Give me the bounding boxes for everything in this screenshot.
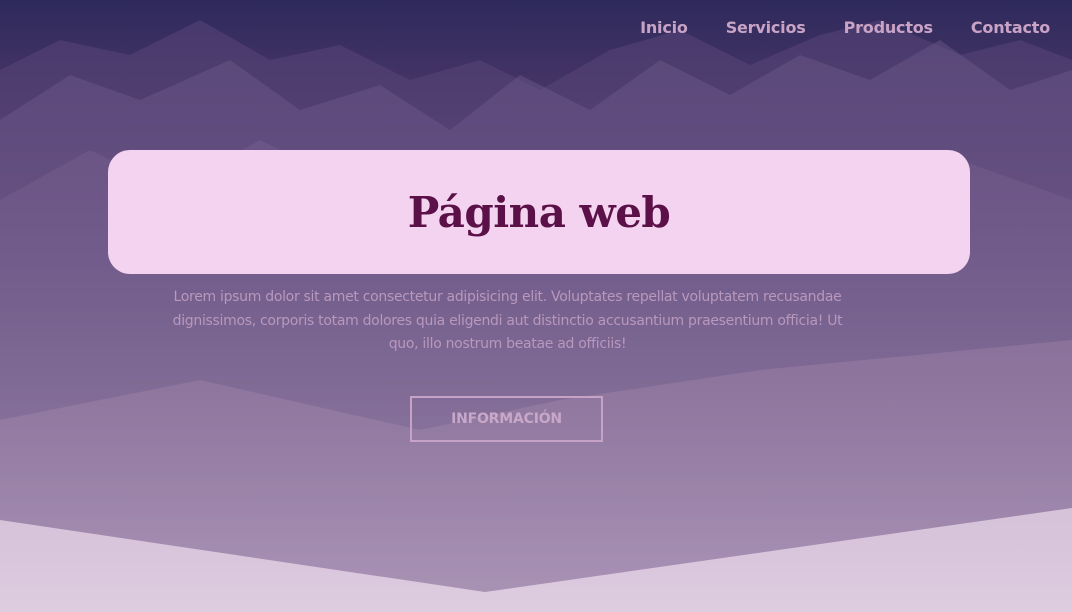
hero-description: Lorem ipsum dolor sit amet consectetur a… — [172, 289, 843, 352]
nav-link-inicio[interactable]: Inicio — [640, 18, 688, 37]
page-title: Página web — [407, 187, 671, 237]
nav-link-contacto[interactable]: Contacto — [971, 18, 1050, 37]
title-card: Página web — [108, 150, 970, 274]
information-button[interactable]: INFORMACIÓN — [410, 396, 603, 442]
hero-section: Inicio Servicios Productos Contacto Pági… — [0, 0, 1072, 612]
main-navigation: Inicio Servicios Productos Contacto — [602, 18, 1050, 37]
nav-link-productos[interactable]: Productos — [844, 18, 934, 37]
nav-link-servicios[interactable]: Servicios — [726, 18, 806, 37]
